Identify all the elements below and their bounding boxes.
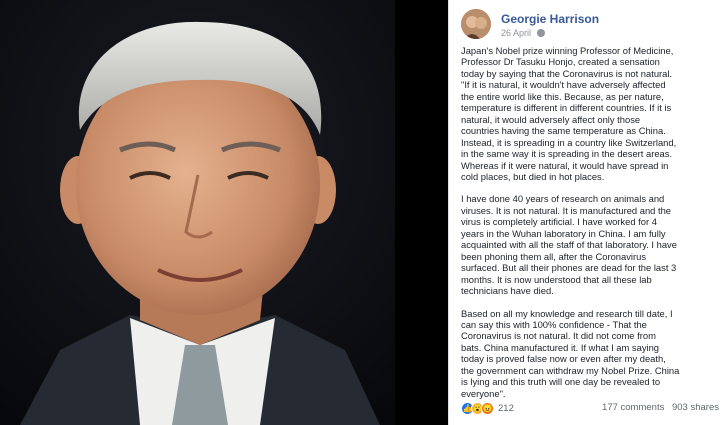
post-header: Georgie Harrison 26 April xyxy=(461,9,711,39)
avatar[interactable] xyxy=(461,9,491,39)
man-portrait-image xyxy=(0,0,395,425)
post-paragraph-2: I have done 40 years of research on anim… xyxy=(461,193,677,297)
reaction-count: 212 xyxy=(498,402,514,414)
post-body: Japan's Nobel prize winning Professor of… xyxy=(461,45,719,410)
shares-count-link[interactable]: 903 shares xyxy=(672,402,719,413)
timestamp-text: 26 April xyxy=(501,28,532,38)
post-stats: 177 comments 903 shares xyxy=(597,402,719,413)
globe-icon xyxy=(536,29,545,37)
angry-icon: 😠 xyxy=(481,401,494,415)
post-paragraph-1: Japan's Nobel prize winning Professor of… xyxy=(461,45,677,182)
reactions-summary[interactable]: 👍 😮 😠 212 xyxy=(461,400,514,416)
portrait-photo xyxy=(0,0,395,425)
facebook-post: Georgie Harrison 26 April Japan's Nobel … xyxy=(448,0,725,425)
post-footer: 👍 😮 😠 212 177 comments 903 shares xyxy=(461,400,719,416)
post-timestamp[interactable]: 26 April xyxy=(501,28,545,38)
comments-count-link[interactable]: 177 comments xyxy=(602,402,664,413)
post-paragraph-3: Based on all my knowledge and research t… xyxy=(461,307,680,399)
author-name-link[interactable]: Georgie Harrison xyxy=(501,12,599,26)
